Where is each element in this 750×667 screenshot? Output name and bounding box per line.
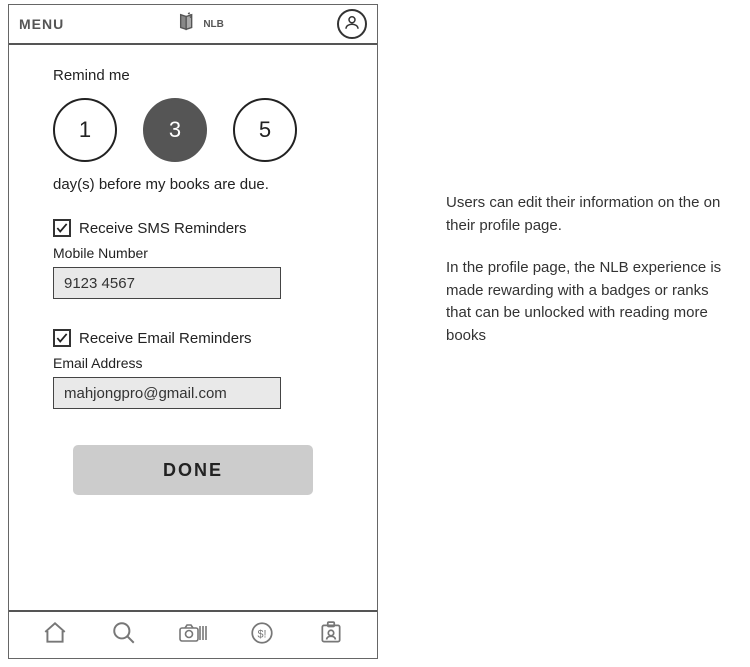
day-option-3[interactable]: 3 (143, 98, 207, 162)
home-icon (42, 620, 68, 651)
email-checkbox[interactable] (53, 329, 71, 347)
phone-frame: MENU NLB Remind me 1 3 (8, 4, 378, 659)
annotation-p2: In the profile page, the NLB experience … (446, 257, 726, 347)
book-icon (177, 11, 199, 38)
sms-checkbox[interactable] (53, 219, 71, 237)
dollar-alert-icon: $! (249, 620, 275, 651)
check-icon (55, 331, 69, 345)
camera-barcode-icon (178, 620, 208, 651)
annotation-text: Users can edit their information on the … (446, 192, 726, 367)
id-card-icon (318, 620, 344, 651)
email-address-label: Email Address (53, 355, 333, 371)
nav-card[interactable] (316, 620, 346, 650)
bottombar: $! (9, 610, 377, 658)
email-address-field[interactable] (53, 377, 281, 409)
logo-text: NLB (203, 19, 224, 30)
menu-button[interactable]: MENU (19, 16, 64, 32)
day-options: 1 3 5 (53, 98, 333, 162)
nav-fees[interactable]: $! (247, 620, 277, 650)
email-checkbox-label: Receive Email Reminders (79, 330, 252, 347)
annotation-p1: Users can edit their information on the … (446, 192, 726, 237)
day-option-5[interactable]: 5 (233, 98, 297, 162)
search-icon (111, 620, 137, 651)
nav-search[interactable] (109, 620, 139, 650)
topbar: MENU NLB (9, 5, 377, 45)
sms-checkbox-label: Receive SMS Reminders (79, 220, 247, 237)
done-button[interactable]: DONE (73, 445, 313, 495)
nav-scan[interactable] (178, 620, 208, 650)
svg-text:$!: $! (257, 628, 266, 640)
remind-sublabel: day(s) before my books are due. (53, 176, 333, 193)
user-icon (343, 13, 361, 36)
nav-home[interactable] (40, 620, 70, 650)
remind-label: Remind me (53, 67, 333, 84)
content: Remind me 1 3 5 day(s) before my books a… (9, 45, 377, 610)
mobile-number-field[interactable] (53, 267, 281, 299)
profile-button[interactable] (337, 9, 367, 39)
logo: NLB (177, 11, 224, 38)
check-icon (55, 221, 69, 235)
day-option-1[interactable]: 1 (53, 98, 117, 162)
mobile-number-label: Mobile Number (53, 245, 333, 261)
